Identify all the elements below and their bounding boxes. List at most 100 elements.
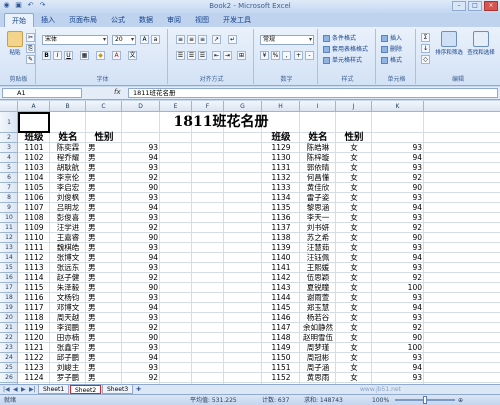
number-format-select[interactable]: 常规 [260,35,314,45]
cell-score[interactable]: 93 [124,363,158,373]
cell-name[interactable]: 周冠彬 [302,353,334,363]
underline-button[interactable]: U [64,51,73,60]
cell-gender[interactable]: 男 [88,363,120,373]
row-header-8[interactable]: 8 [0,193,18,203]
cell-score[interactable]: 93 [374,143,422,153]
align-center-icon[interactable]: ☰ [187,51,196,60]
prev-sheet-icon[interactable]: ◀ [13,385,18,394]
maximize-button[interactable]: □ [468,1,482,11]
cell-gender[interactable]: 女 [338,253,370,263]
cell-score[interactable]: 92 [124,223,158,233]
cell-gender[interactable]: 女 [338,173,370,183]
tab-review[interactable]: 审阅 [160,13,188,27]
cell-score[interactable]: 93 [124,213,158,223]
cell-gender[interactable]: 女 [338,213,370,223]
align-right-icon[interactable]: ☰ [198,51,207,60]
autosum-icon[interactable]: Σ [421,33,430,42]
cell-name[interactable]: 文杨钧 [52,293,84,303]
cell-name[interactable]: 张远东 [52,263,84,273]
cell-gender[interactable]: 男 [88,263,120,273]
cell-gender[interactable]: 男 [88,203,120,213]
cell-class[interactable]: 1122 [20,353,48,363]
cell-gender[interactable]: 男 [88,173,120,183]
cell-name[interactable]: 胡耿航 [52,163,84,173]
decrease-decimal-icon[interactable]: - [305,51,314,60]
cell-class[interactable]: 1121 [20,343,48,353]
cell-score[interactable]: 90 [124,333,158,343]
find-select-button[interactable]: 查找和选择 [466,31,496,56]
cell-gender[interactable]: 男 [88,243,120,253]
cell-class[interactable]: 1144 [264,293,298,303]
row-header-11[interactable]: 11 [0,223,18,233]
cell-gender[interactable]: 女 [338,323,370,333]
cell-gender[interactable]: 女 [338,193,370,203]
undo-icon[interactable]: ↶ [26,1,35,10]
tab-developer[interactable]: 开发工具 [216,13,258,27]
cell-score[interactable]: 94 [124,303,158,313]
tab-home[interactable]: 开始 [4,13,34,27]
header-gender[interactable]: 性别 [338,133,370,143]
cell-class[interactable]: 1103 [20,163,48,173]
column-header-g[interactable]: G [224,101,262,112]
cell-score[interactable]: 92 [374,223,422,233]
cell-class[interactable]: 1150 [264,353,298,363]
header-gender[interactable]: 性别 [88,133,120,143]
cell-name[interactable]: 郑玉慧 [302,303,334,313]
cell-name[interactable]: 雷子姿 [302,193,334,203]
row-header-18[interactable]: 18 [0,293,18,303]
last-sheet-icon[interactable]: ▶| [29,385,36,394]
row-header-16[interactable]: 16 [0,273,18,283]
cell-class[interactable]: 1139 [264,243,298,253]
cell-gender[interactable]: 男 [88,213,120,223]
sheet-tab-2[interactable]: Sheet2 [70,385,102,394]
cell-gender[interactable]: 女 [338,203,370,213]
cell-class[interactable]: 1105 [20,183,48,193]
cell-class[interactable]: 1123 [20,363,48,373]
align-bottom-icon[interactable]: ≡ [198,35,207,44]
cell-class[interactable]: 1115 [20,283,48,293]
cell-name[interactable]: 邓博文 [52,303,84,313]
cell-name[interactable]: 周梦瑾 [302,343,334,353]
row-header-4[interactable]: 4 [0,153,18,163]
tab-formulas[interactable]: 公式 [104,13,132,27]
percent-icon[interactable]: % [271,51,280,60]
cell-name[interactable]: 王熙媛 [302,263,334,273]
cell-class[interactable]: 1111 [20,243,48,253]
minimize-button[interactable]: – [452,1,466,11]
cell-gender[interactable]: 男 [88,353,120,363]
row-header-25[interactable]: 25 [0,363,18,373]
insert-function-icon[interactable]: fx [114,88,121,96]
name-box[interactable]: A1 [2,88,82,98]
cell-name[interactable]: 黄佳欣 [302,183,334,193]
insert-sheet-icon[interactable]: ✚ [136,385,141,394]
conditional-format-button[interactable]: 条件格式 [323,33,356,42]
cell-score[interactable]: 100 [374,343,422,353]
cell-name[interactable]: 谢雨萱 [302,293,334,303]
tab-page-layout[interactable]: 页面布局 [62,13,104,27]
row-header-2[interactable]: 2 [0,133,18,143]
cell-class[interactable]: 1138 [264,233,298,243]
save-icon[interactable]: ▣ [14,1,23,10]
cell-score[interactable]: 93 [374,213,422,223]
cell-gender[interactable]: 女 [338,143,370,153]
cell-score[interactable]: 94 [124,353,158,363]
paste-button[interactable]: 粘贴 [4,31,26,56]
format-as-table-button[interactable]: 套用表格格式 [323,44,368,53]
font-color-icon[interactable]: A [112,51,121,60]
tab-insert[interactable]: 插入 [34,13,62,27]
increase-decimal-icon[interactable]: + [294,51,303,60]
cell-name[interactable]: 伍思颖 [302,273,334,283]
cell-gender[interactable]: 男 [88,253,120,263]
cell-gender[interactable]: 女 [338,333,370,343]
increase-font-icon[interactable]: A [140,35,149,44]
header-name[interactable]: 姓名 [302,133,334,143]
cell-gender[interactable]: 女 [338,273,370,283]
cell-class[interactable]: 1132 [264,173,298,183]
cell-score[interactable]: 90 [124,183,158,193]
font-name-select[interactable]: 宋体 [42,35,108,45]
redo-icon[interactable]: ↷ [38,1,47,10]
cell-gender[interactable]: 男 [88,323,120,333]
column-header-f[interactable]: F [192,101,224,112]
row-header-20[interactable]: 20 [0,313,18,323]
row-header-23[interactable]: 23 [0,343,18,353]
